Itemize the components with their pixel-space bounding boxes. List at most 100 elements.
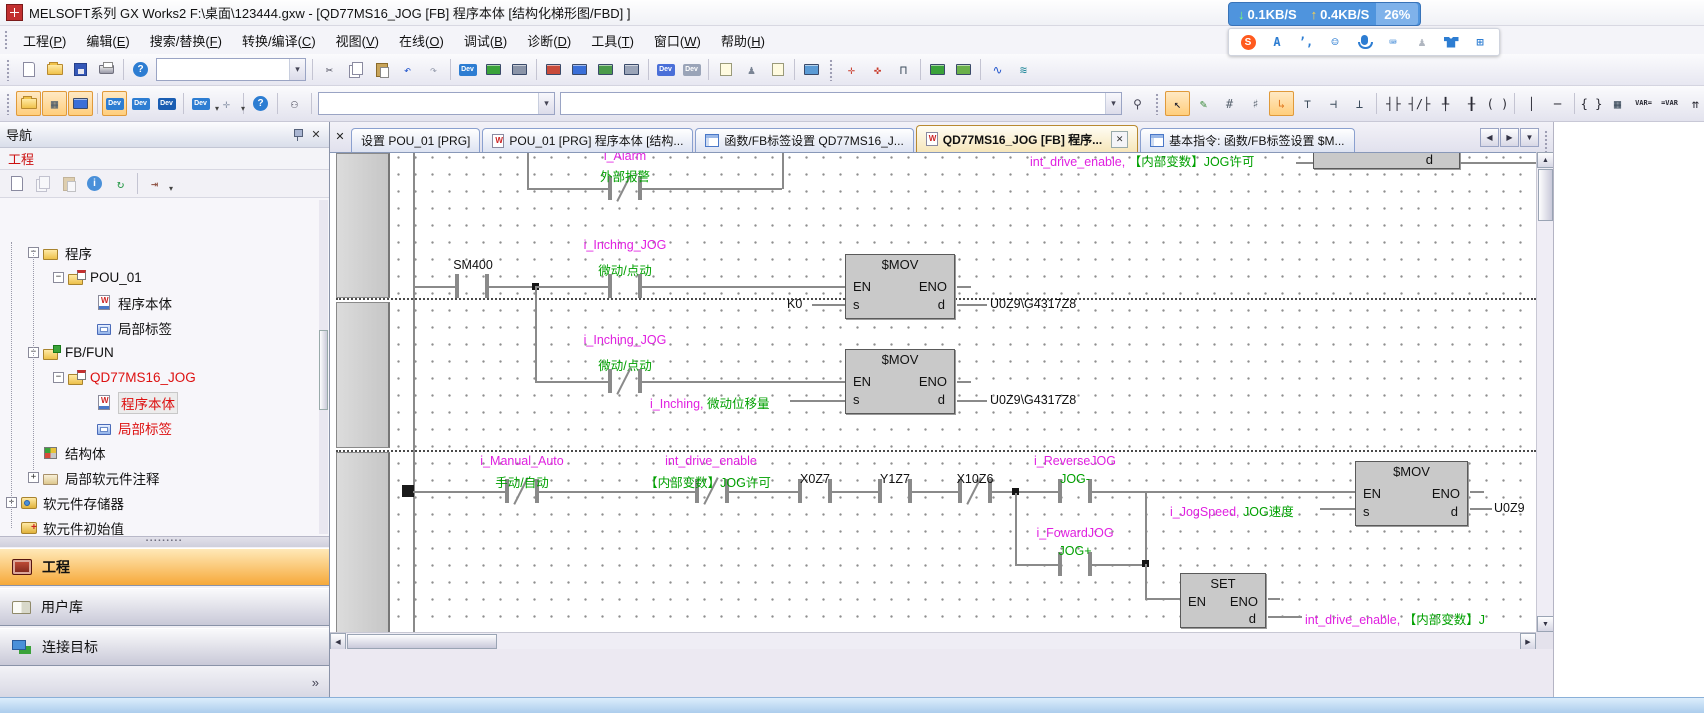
device-batch-button[interactable]: Dev▾ [188, 91, 213, 116]
soft-keyboard-icon[interactable]: ⌨ [1380, 30, 1406, 54]
graph1-button[interactable]: ∿ [985, 57, 1010, 82]
help-button[interactable]: ? [128, 57, 153, 82]
wire-mode-button[interactable]: # [1217, 91, 1242, 116]
assign-var-button[interactable]: =VAR [1657, 91, 1682, 116]
var-assign-button[interactable]: VAR= [1631, 91, 1656, 116]
tree-item-QD77MS16_JOG[interactable]: −QD77MS16_JOG [0, 365, 329, 390]
tree-item-POU_01[interactable]: −POU_01 [0, 265, 329, 290]
read-from-plc-button[interactable] [567, 57, 592, 82]
tree-scrollbar-thumb[interactable] [319, 330, 328, 410]
operand-dest[interactable]: U0Z9\G4317Z8 [990, 297, 1076, 311]
list-edit-button[interactable]: ↳ [1269, 91, 1294, 116]
property-button[interactable]: i [82, 171, 107, 196]
guided-mode-button[interactable]: ♯ [1243, 91, 1268, 116]
tree-item-软元件初始值[interactable]: 软元件初始值 [0, 515, 329, 536]
copy-data-button[interactable] [30, 171, 55, 196]
tab-scroll-left-icon[interactable]: ◀ [1480, 128, 1499, 147]
paste-button[interactable] [369, 57, 394, 82]
scroll-left-icon[interactable]: ◀ [330, 633, 346, 650]
new-data-button[interactable] [4, 171, 29, 196]
tree-item-局部标签[interactable]: 局部标签 [0, 415, 329, 440]
cross-batch-button[interactable]: ✛▾ [214, 91, 239, 116]
contact-inching-jog[interactable] [608, 274, 642, 298]
fb-mov3[interactable]: $MOV EN ENO s d [1355, 461, 1468, 526]
device-list-button[interactable]: ✜ [865, 57, 890, 82]
login-user-icon[interactable]: ♟ [1409, 30, 1435, 54]
save-project-button[interactable] [68, 57, 93, 82]
scroll-right-icon[interactable]: ▶ [1520, 633, 1536, 650]
toolbox-icon[interactable]: ⊞ [1467, 30, 1493, 54]
sampling-trace-button[interactable] [925, 57, 950, 82]
sort-button[interactable]: ⇥▾ [142, 171, 167, 196]
menu-调试(B)[interactable]: 调试(B) [454, 27, 517, 54]
operand-k0[interactable]: K0 [787, 297, 802, 311]
monitor-write-button[interactable]: Dev [679, 57, 704, 82]
scroll-up-icon[interactable]: ▲ [1537, 152, 1554, 168]
dropdown-arrow-icon[interactable]: ▾ [169, 184, 173, 193]
monitor-mode-button[interactable]: Dev [653, 57, 678, 82]
menu-在线(O)[interactable]: 在线(O) [389, 27, 454, 54]
open-contact-or-button[interactable]: ╀ [1433, 91, 1458, 116]
user-watch-button[interactable]: ♟ [739, 57, 764, 82]
vertical-scrollbar-thumb[interactable] [1538, 169, 1553, 221]
menu-视图(V)[interactable]: 视图(V) [326, 27, 389, 54]
coil-button[interactable]: ( ) [1485, 91, 1510, 116]
verify-with-plc-button[interactable] [593, 57, 618, 82]
nav-button-project[interactable]: 工程 [0, 548, 329, 586]
tree-item-程序本体[interactable]: 程序本体 [0, 390, 329, 415]
open-contact-button[interactable]: ┤├ [1381, 91, 1406, 116]
dropdown-arrow-icon[interactable]: ▾ [241, 104, 245, 113]
interconnect-mode-button[interactable]: ✎ [1191, 91, 1216, 116]
collapse-icon[interactable]: − [53, 272, 64, 283]
closed-contact-or-button[interactable]: ╂ [1459, 91, 1484, 116]
write-to-plc-button[interactable] [541, 57, 566, 82]
device-label[interactable]: X0Z7 [800, 472, 830, 486]
device-display1-button[interactable]: Dev [102, 91, 127, 116]
new-project-button[interactable] [16, 57, 41, 82]
contact-sm400[interactable] [455, 274, 489, 298]
menu-转换/编译(C)[interactable]: 转换/编译(C) [232, 27, 326, 54]
tree-item-FB/FUN[interactable]: −FB/FUN [0, 340, 329, 365]
var-label-pair[interactable]: i_JogSpeed, JOG速度 [1170, 501, 1294, 520]
device-display3-button[interactable]: Dev [154, 91, 179, 116]
var-label[interactable]: i_Manual_Auto [480, 454, 563, 468]
device-address-combo[interactable]: ▾ [560, 92, 1122, 115]
menu-搜索/替换(F)[interactable]: 搜索/替换(F) [140, 27, 232, 54]
contact-inching-jog-nc[interactable] [608, 369, 642, 393]
remote-operation-button[interactable] [619, 57, 644, 82]
note-list-button[interactable] [765, 57, 790, 82]
operand-dest[interactable]: U0Z9 [1494, 501, 1525, 515]
scroll-down-icon[interactable]: ▼ [1537, 616, 1554, 632]
menu-工具(T)[interactable]: 工具(T) [581, 27, 644, 54]
ime-toolbar[interactable]: SA’,☺⌨♟⊞ [1228, 28, 1500, 56]
nav-splitter[interactable]: ▪▪▪▪▪▪▪▪▪ [0, 536, 329, 547]
menu-窗口(W)[interactable]: 窗口(W) [644, 27, 711, 54]
fb-set[interactable]: SET EN ENO d [1180, 573, 1266, 628]
var-label-pair[interactable]: int_drive_enable, 【内部变数】JOG许可 [1030, 152, 1254, 170]
refresh-button[interactable]: ↻ [108, 171, 133, 196]
nav-button-user-library[interactable]: 用户库 [0, 588, 329, 626]
vertical-scrollbar[interactable]: ▲ ▼ [1536, 152, 1553, 632]
branch-low-button[interactable]: ⊥ [1347, 91, 1372, 116]
voice-input-icon[interactable] [1351, 30, 1377, 54]
statement-button[interactable] [481, 57, 506, 82]
function-block-button[interactable]: ▦ [1605, 91, 1630, 116]
note-button[interactable] [507, 57, 532, 82]
print-button[interactable] [94, 57, 119, 82]
rising-pulse-button[interactable]: ⇈ [1683, 91, 1704, 116]
device-comment-button[interactable]: Dev [455, 57, 480, 82]
var-label[interactable]: i_Inching_JOG [584, 238, 667, 252]
horizontal-scrollbar-thumb[interactable] [347, 634, 497, 649]
device-label[interactable]: SM400 [453, 258, 493, 272]
tree-item-局部软元件注释[interactable]: +局部软元件注释 [0, 465, 329, 490]
fb-block-partial[interactable]: d [1313, 152, 1460, 169]
device-label[interactable]: X10Z6 [957, 472, 994, 486]
branch-mid-button[interactable]: ⊣ [1321, 91, 1346, 116]
help2-button[interactable]: ? [248, 91, 273, 116]
pulse-check-button[interactable]: ⊓ [891, 57, 916, 82]
find-next-button[interactable]: ⚲ [1125, 91, 1150, 116]
cross-reference-button[interactable]: ✛ [839, 57, 864, 82]
rung-margin-2[interactable] [336, 302, 390, 448]
copy-button[interactable] [343, 57, 368, 82]
tab-window-list-icon[interactable]: ▼ [1520, 128, 1539, 147]
